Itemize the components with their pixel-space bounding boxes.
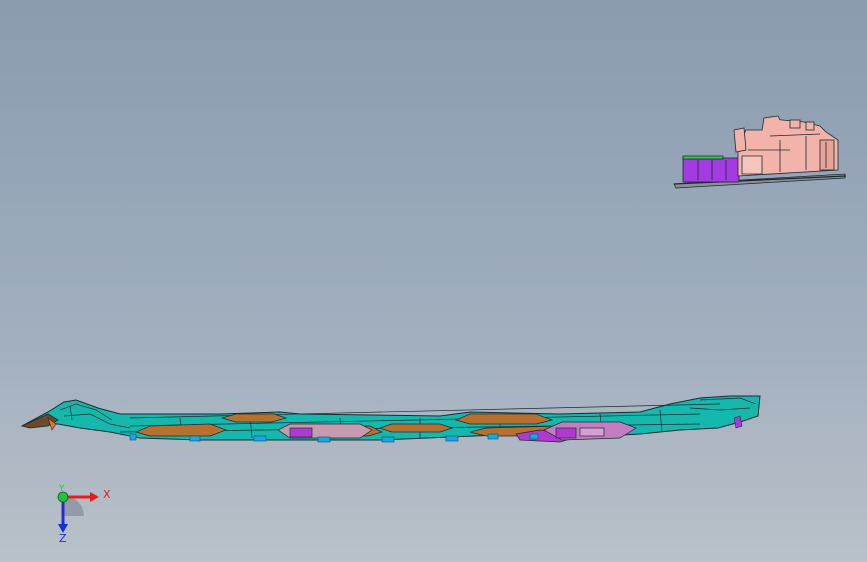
z-axis-label: Z [59,532,67,545]
coordinate-triad [57,491,99,533]
x-axis-label: X [103,488,111,501]
graphics-viewport[interactable]: X Y Z [0,0,867,562]
y-axis-label: Y [59,484,65,494]
